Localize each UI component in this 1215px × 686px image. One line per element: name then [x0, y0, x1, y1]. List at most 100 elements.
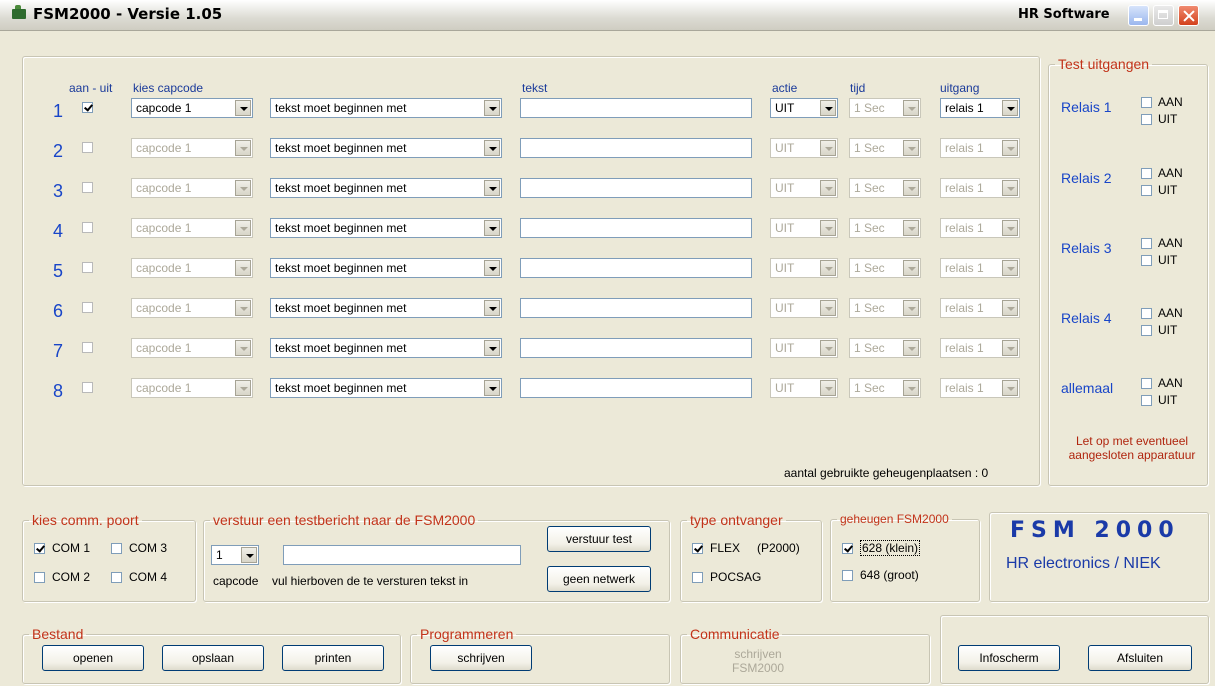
chevron-down-icon[interactable] — [820, 180, 836, 196]
flex-checkbox[interactable] — [692, 543, 703, 554]
row-enable-checkbox[interactable] — [82, 302, 93, 313]
chevron-down-icon[interactable] — [235, 180, 251, 196]
chevron-down-icon[interactable] — [903, 220, 919, 236]
chevron-down-icon[interactable] — [1002, 100, 1018, 116]
capcode-select[interactable]: capcode 1 — [131, 178, 253, 198]
chevron-down-icon[interactable] — [1002, 300, 1018, 316]
chevron-down-icon[interactable] — [235, 380, 251, 396]
chevron-down-icon[interactable] — [1002, 340, 1018, 356]
pocsag-checkbox[interactable] — [692, 572, 703, 583]
save-button[interactable]: opslaan — [162, 645, 264, 671]
time-select[interactable]: 1 Sec — [849, 258, 921, 278]
memory-small-checkbox[interactable] — [842, 543, 853, 554]
chevron-down-icon[interactable] — [820, 380, 836, 396]
chevron-down-icon[interactable] — [484, 100, 500, 116]
relay-on-checkbox[interactable] — [1141, 308, 1152, 319]
chevron-down-icon[interactable] — [235, 260, 251, 276]
chevron-down-icon[interactable] — [903, 380, 919, 396]
chevron-down-icon[interactable] — [903, 260, 919, 276]
row-enable-checkbox[interactable] — [82, 382, 93, 393]
text-input[interactable] — [520, 258, 752, 278]
relay-off-checkbox[interactable] — [1141, 325, 1152, 336]
output-select[interactable]: relais 1 — [940, 178, 1020, 198]
text-mode-select[interactable]: tekst moet beginnen met — [270, 178, 502, 198]
row-enable-checkbox[interactable] — [82, 342, 93, 353]
exit-button[interactable]: Afsluiten — [1088, 645, 1192, 671]
com3-checkbox[interactable] — [111, 543, 122, 554]
time-select[interactable]: 1 Sec — [849, 218, 921, 238]
chevron-down-icon[interactable] — [235, 300, 251, 316]
relay-on-checkbox[interactable] — [1141, 378, 1152, 389]
text-input[interactable] — [520, 298, 752, 318]
text-input[interactable] — [520, 178, 752, 198]
action-select[interactable]: UIT — [770, 298, 838, 318]
text-mode-select[interactable]: tekst moet beginnen met — [270, 258, 502, 278]
chevron-down-icon[interactable] — [484, 380, 500, 396]
row-enable-checkbox[interactable] — [82, 102, 93, 113]
com1-checkbox[interactable] — [34, 543, 45, 554]
time-select[interactable]: 1 Sec — [849, 138, 921, 158]
text-input[interactable] — [520, 338, 752, 358]
chevron-down-icon[interactable] — [1002, 220, 1018, 236]
output-select[interactable]: relais 1 — [940, 258, 1020, 278]
info-screen-button[interactable]: Infoscherm — [958, 645, 1060, 671]
chevron-down-icon[interactable] — [484, 340, 500, 356]
capcode-select[interactable]: capcode 1 — [131, 138, 253, 158]
chevron-down-icon[interactable] — [484, 180, 500, 196]
com2-checkbox[interactable] — [34, 572, 45, 583]
chevron-down-icon[interactable] — [820, 300, 836, 316]
text-mode-select[interactable]: tekst moet beginnen met — [270, 338, 502, 358]
memory-large-checkbox[interactable] — [842, 570, 853, 581]
capcode-select[interactable]: capcode 1 — [131, 98, 253, 118]
capcode-select[interactable]: capcode 1 — [131, 338, 253, 358]
chevron-down-icon[interactable] — [903, 180, 919, 196]
action-select[interactable]: UIT — [770, 98, 838, 118]
text-input[interactable] — [520, 98, 752, 118]
text-input[interactable] — [520, 378, 752, 398]
text-mode-select[interactable]: tekst moet beginnen met — [270, 138, 502, 158]
action-select[interactable]: UIT — [770, 378, 838, 398]
text-input[interactable] — [520, 138, 752, 158]
close-button[interactable] — [1178, 5, 1199, 26]
chevron-down-icon[interactable] — [484, 220, 500, 236]
relay-off-checkbox[interactable] — [1141, 255, 1152, 266]
row-enable-checkbox[interactable] — [82, 222, 93, 233]
chevron-down-icon[interactable] — [1002, 140, 1018, 156]
action-select[interactable]: UIT — [770, 218, 838, 238]
chevron-down-icon[interactable] — [235, 340, 251, 356]
relay-on-checkbox[interactable] — [1141, 97, 1152, 108]
output-select[interactable]: relais 1 — [940, 98, 1020, 118]
title-bar[interactable]: FSM2000 - Versie 1.05 HR Software — [0, 0, 1215, 31]
chevron-down-icon[interactable] — [820, 220, 836, 236]
row-enable-checkbox[interactable] — [82, 262, 93, 273]
chevron-down-icon[interactable] — [903, 100, 919, 116]
time-select[interactable]: 1 Sec — [849, 378, 921, 398]
chevron-down-icon[interactable] — [1002, 260, 1018, 276]
chevron-down-icon[interactable] — [903, 140, 919, 156]
maximize-button[interactable] — [1153, 5, 1174, 26]
chevron-down-icon[interactable] — [484, 140, 500, 156]
chevron-down-icon[interactable] — [820, 260, 836, 276]
chevron-down-icon[interactable] — [1002, 180, 1018, 196]
capcode-select[interactable]: capcode 1 — [131, 298, 253, 318]
chevron-down-icon[interactable] — [1002, 380, 1018, 396]
text-mode-select[interactable]: tekst moet beginnen met — [270, 378, 502, 398]
action-select[interactable]: UIT — [770, 258, 838, 278]
chevron-down-icon[interactable] — [241, 547, 257, 563]
capcode-select[interactable]: capcode 1 — [131, 218, 253, 238]
relay-on-checkbox[interactable] — [1141, 168, 1152, 179]
time-select[interactable]: 1 Sec — [849, 98, 921, 118]
relay-off-checkbox[interactable] — [1141, 395, 1152, 406]
output-select[interactable]: relais 1 — [940, 298, 1020, 318]
chevron-down-icon[interactable] — [820, 100, 836, 116]
row-enable-checkbox[interactable] — [82, 142, 93, 153]
chevron-down-icon[interactable] — [820, 140, 836, 156]
action-select[interactable]: UIT — [770, 178, 838, 198]
send-test-button[interactable]: verstuur test — [547, 526, 651, 552]
text-mode-select[interactable]: tekst moet beginnen met — [270, 98, 502, 118]
output-select[interactable]: relais 1 — [940, 338, 1020, 358]
print-button[interactable]: printen — [282, 645, 384, 671]
relay-on-checkbox[interactable] — [1141, 238, 1152, 249]
chevron-down-icon[interactable] — [484, 260, 500, 276]
capcode-select[interactable]: capcode 1 — [131, 258, 253, 278]
